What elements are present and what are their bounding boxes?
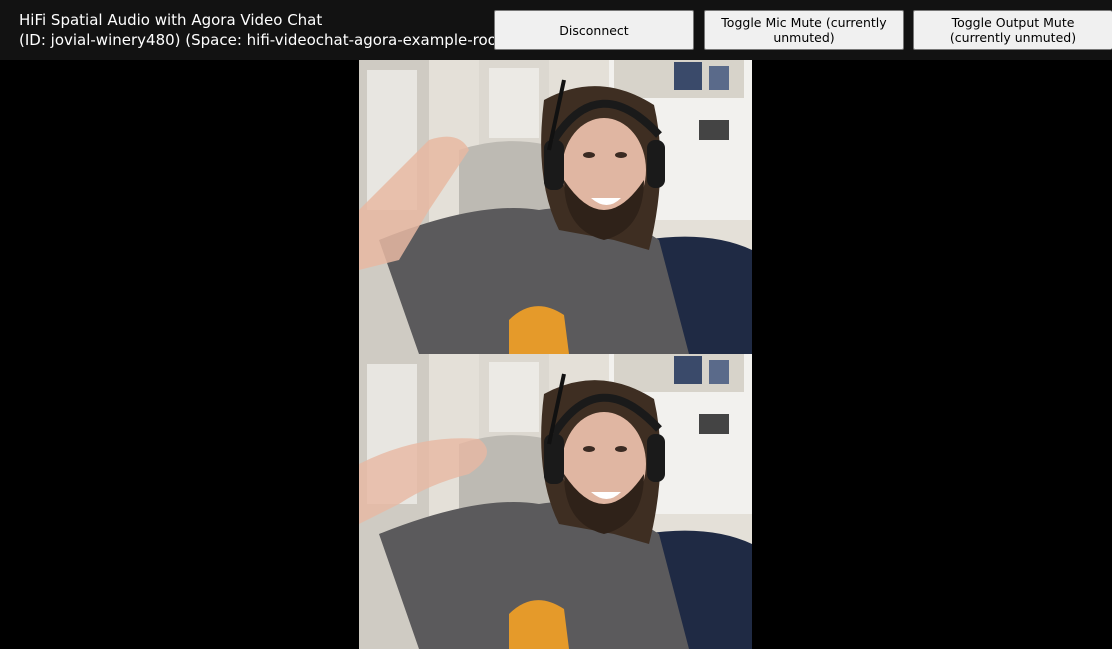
session-info: (ID: jovial-winery480) (Space: hifi-vide… [19, 31, 518, 49]
page-title: HiFi Spatial Audio with Agora Video Chat… [19, 10, 517, 50]
app-title: HiFi Spatial Audio with Agora Video Chat [19, 11, 323, 29]
top-bar: HiFi Spatial Audio with Agora Video Chat… [0, 0, 1112, 60]
local-video-feed [359, 60, 752, 354]
toggle-mic-mute-button[interactable]: Toggle Mic Mute (currently unmuted) [704, 10, 904, 50]
toggle-output-mute-button[interactable]: Toggle Output Mute (currently unmuted) [913, 10, 1112, 50]
remote-video-feed [359, 354, 752, 649]
video-frame [359, 354, 752, 649]
disconnect-button[interactable]: Disconnect [494, 10, 694, 50]
video-frame [359, 60, 752, 354]
